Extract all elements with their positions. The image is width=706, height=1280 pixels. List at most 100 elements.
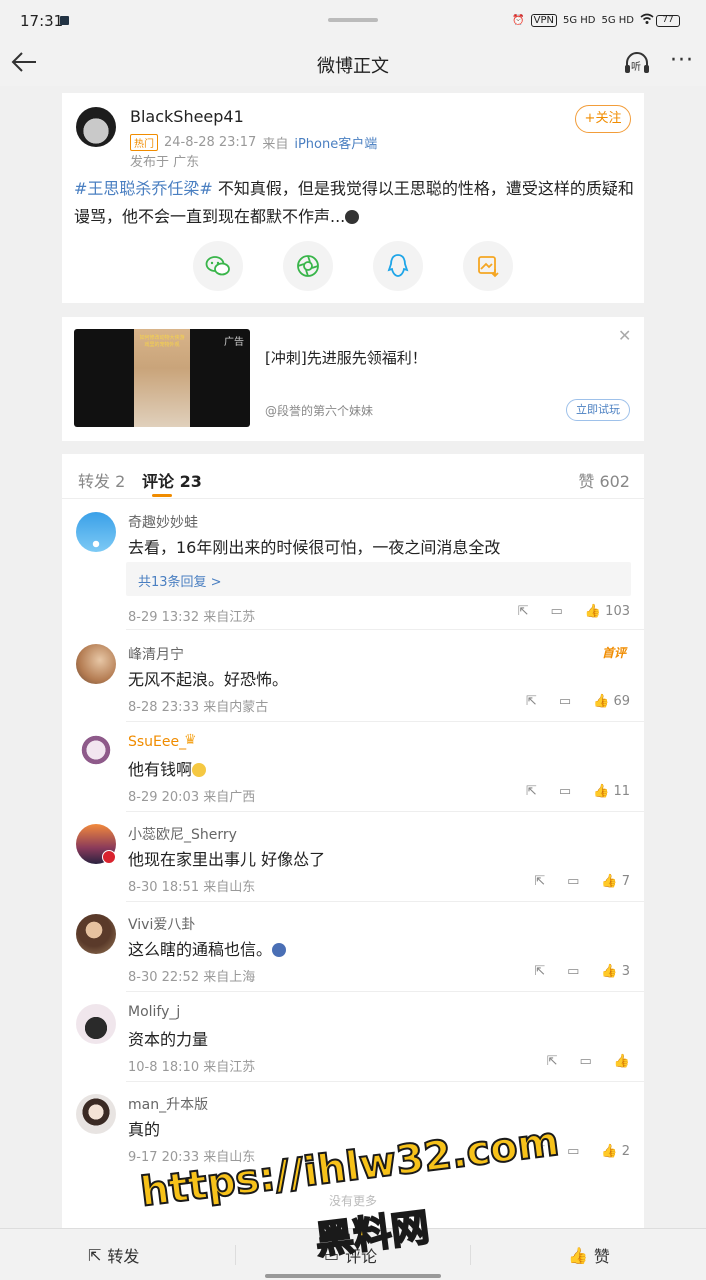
moments-icon [297,255,319,277]
save-image-icon [478,256,499,278]
bottom-like-label: 赞 [593,1247,610,1266]
comment-item: 奇趣妙妙蛙 去看，16年刚出来的时候很可怕，一夜之间消息全改 共13条回复 > … [62,500,644,630]
post-source[interactable]: iPhone客户端 [294,133,377,152]
reply-icon[interactable]: ▭ [580,1054,592,1069]
post-datetime: 24-8-28 23:17 [164,135,257,150]
tab-active-indicator [152,494,172,497]
follow-button[interactable]: +关注 [575,105,631,133]
post-hashtag[interactable]: #王思聪杀乔任梁# [74,179,213,198]
thumbs-up-icon: 👍 [601,964,618,979]
comment-text: 真的 [128,1120,161,1139]
ad-cta-button[interactable]: 立即试玩 [566,399,630,421]
post-card: BlackSheep41 热门 24-8-28 23:17 来自 iPhone客… [62,93,644,303]
like-button[interactable]: 👍 [614,1054,630,1069]
signal-2: 5G HD [601,15,634,26]
qq-icon [387,254,409,277]
notification-icon [60,16,69,25]
ad-title[interactable]: [冲刺]先进服先领福利！ [265,347,427,368]
wifi-icon [640,13,654,28]
like-button[interactable]: 👍 2 [601,1144,630,1159]
reply-icon[interactable]: ▭ [567,1144,579,1159]
comment-author[interactable]: 峰清月宁 [128,644,184,664]
comment-avatar[interactable] [76,512,116,552]
emoji-icon [192,763,207,777]
ad-account[interactable]: @段誉的第六个妹妹 [265,402,373,419]
verified-badge-icon [102,850,116,864]
comment-author[interactable]: Molify_j [128,1004,180,1020]
repost-icon[interactable]: ⇱ [518,604,529,619]
tab-reposts[interactable]: 转发 2 [78,468,125,492]
ad-thumbnail[interactable]: 如何修改动物大侠游 戏里的宠物外观 广告 [74,329,250,427]
listen-button[interactable]: 听 [623,50,651,79]
thumbs-up-icon: 👍 [593,784,610,799]
ad-card[interactable]: 如何修改动物大侠游 戏里的宠物外观 广告 [冲刺]先进服先领福利！ @段誉的第六个… [62,317,644,441]
comment-avatar[interactable] [76,1004,116,1044]
share-moments-button[interactable] [283,241,333,291]
repost-icon[interactable]: ⇱ [547,1054,558,1069]
comment-item: SsuEee_ ♛ 他有钱啊 8-29 20:03 来自广西 ⇱ ▭ 👍 11 [62,722,644,812]
comment-author[interactable]: 奇趣妙妙蛙 [128,512,198,532]
comment-meta: 8-30 22:52 来自上海 [128,970,256,985]
repost-icon[interactable]: ⇱ [534,874,545,889]
comment-avatar[interactable] [76,644,116,684]
post-source-prefix: 来自 [262,137,289,152]
home-indicator [265,1274,441,1278]
like-button[interactable]: 👍 3 [601,964,630,979]
post-meta: 热门 24-8-28 23:17 来自 iPhone客户端 [130,133,377,152]
comment-meta: 8-28 23:33 来自内蒙古 [128,700,269,715]
comment-author[interactable]: man_升本版 [128,1094,208,1114]
comment-avatar[interactable] [76,1094,116,1134]
like-button[interactable]: 👍 7 [601,874,630,889]
status-icons: ⏰ VPN 5G HD 5G HD [512,13,654,28]
bar-divider [470,1245,471,1265]
comment-text: 这么瞎的通稿也信。 [128,936,287,960]
like-button[interactable]: 👍 11 [593,784,630,799]
reply-icon[interactable]: ▭ [559,784,571,799]
replies-link[interactable]: 共13条回复 > [138,571,222,590]
reply-icon[interactable]: ▭ [567,964,579,979]
like-button[interactable]: 👍 103 [585,604,630,619]
ad-close-icon[interactable]: ✕ [618,326,631,345]
comment-meta: 10-8 18:10 来自江苏 [128,1060,256,1075]
thumbs-up-icon: 👍 [613,1054,630,1069]
bottom-repost-label: 转发 [107,1247,140,1266]
repost-icon[interactable]: ⇱ [534,964,545,979]
reply-icon[interactable]: ▭ [551,604,563,619]
comment-author[interactable]: 小蕊欧尼_Sherry [128,824,237,844]
more-icon[interactable]: ··· [670,48,694,73]
emoji-icon [272,943,287,957]
comment-author[interactable]: SsuEee_ [128,734,186,750]
wechat-icon [205,256,230,276]
tab-comments[interactable]: 评论 23 [142,468,202,492]
comment-item: 峰清月宁 首评 无风不起浪。好恐怖。 8-28 23:33 来自内蒙古 ⇱ ▭ … [62,632,644,722]
comment-actions: ⇱ ▭ 👍 7 [534,874,630,889]
repost-icon[interactable]: ⇱ [526,784,537,799]
comment-avatar[interactable] [76,914,116,954]
save-image-button[interactable] [463,241,513,291]
tab-likes[interactable]: 赞 602 [578,468,630,492]
comment-avatar[interactable] [76,734,116,774]
listen-label: 听 [631,62,641,73]
first-comment-badge: 首评 [601,646,626,660]
bottom-like-button[interactable]: 👍 赞 [568,1243,610,1267]
reply-box[interactable]: 共13条回复 > [126,562,631,596]
post-author-avatar[interactable] [76,107,116,147]
comment-meta: 8-29 20:03 来自广西 [128,790,256,805]
share-wechat-button[interactable] [193,241,243,291]
comment-author[interactable]: Vivi爱八卦 [128,914,195,934]
like-count: 11 [613,784,630,799]
thumbs-up-icon: 👍 [601,874,618,889]
comment-text: 资本的力量 [128,1030,209,1049]
post-author-name[interactable]: BlackSheep41 [130,107,244,126]
comment-text: 去看，16年刚出来的时候很可怕，一夜之间消息全改 [128,538,501,557]
bottom-repost-button[interactable]: ⇱ 转发 [88,1243,139,1267]
repost-icon[interactable]: ⇱ [526,694,537,709]
reply-icon[interactable]: ▭ [559,694,571,709]
repost-icon: ⇱ [88,1245,102,1265]
like-count: 7 [621,874,630,889]
ad-badge: 广告 [224,337,244,348]
share-qq-button[interactable] [373,241,423,291]
like-button[interactable]: 👍 69 [593,694,630,709]
comment-actions: ⇱ ▭ 👍 3 [534,964,630,979]
reply-icon[interactable]: ▭ [567,874,579,889]
